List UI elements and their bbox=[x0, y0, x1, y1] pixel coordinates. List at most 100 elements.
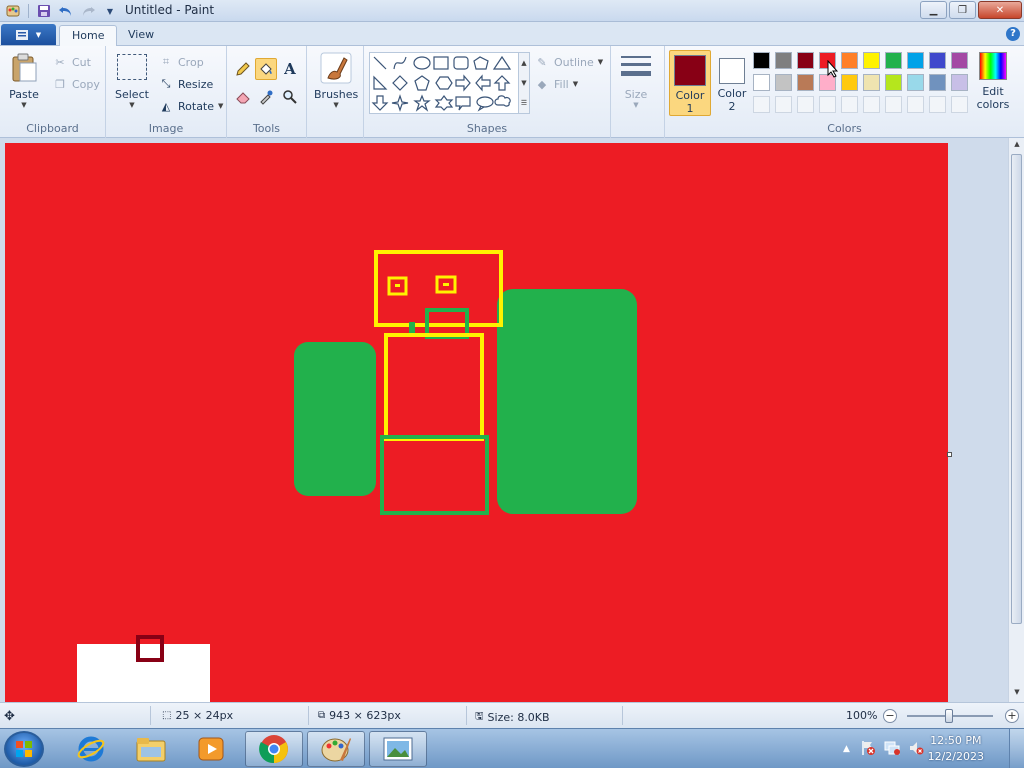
palette-swatch-empty[interactable] bbox=[951, 96, 968, 113]
palette-swatch-empty[interactable] bbox=[907, 96, 924, 113]
cut-button[interactable]: ✂ Cut bbox=[52, 54, 91, 70]
show-desktop-button[interactable] bbox=[1009, 729, 1024, 768]
color-picker-icon[interactable] bbox=[255, 86, 277, 108]
palette-swatch[interactable] bbox=[753, 52, 770, 69]
five-point-star-shape-icon[interactable] bbox=[413, 94, 431, 112]
select-button[interactable]: Select ▼ bbox=[115, 54, 149, 109]
file-explorer-icon[interactable] bbox=[122, 731, 180, 767]
zoom-slider-thumb[interactable] bbox=[945, 709, 953, 723]
pentagon-shape-icon[interactable] bbox=[414, 75, 430, 91]
palette-swatch[interactable] bbox=[841, 52, 858, 69]
magnifier-icon[interactable] bbox=[279, 86, 301, 108]
paste-button[interactable]: Paste ▼ bbox=[8, 52, 40, 109]
rectangle-shape-icon[interactable] bbox=[433, 56, 449, 70]
taskbar-clock[interactable]: 12:50 PM 12/2/2023 bbox=[928, 733, 984, 765]
palette-swatch-empty[interactable] bbox=[863, 96, 880, 113]
copy-button[interactable]: ❐ Copy bbox=[52, 76, 100, 92]
action-center-icon[interactable] bbox=[860, 740, 876, 759]
palette-swatch[interactable] bbox=[753, 74, 770, 91]
palette-swatch[interactable] bbox=[797, 52, 814, 69]
palette-swatch-empty[interactable] bbox=[775, 96, 792, 113]
six-point-star-shape-icon[interactable] bbox=[434, 95, 454, 111]
zoom-out-button[interactable]: − bbox=[883, 709, 897, 723]
scroll-down-icon[interactable]: ▼ bbox=[521, 79, 526, 87]
eraser-icon[interactable] bbox=[232, 86, 254, 108]
left-arrow-shape-icon[interactable] bbox=[475, 74, 491, 92]
outline-button[interactable]: ✎ Outline ▼ bbox=[534, 54, 603, 70]
oval-callout-shape-icon[interactable] bbox=[476, 96, 494, 112]
up-arrow-shape-icon[interactable] bbox=[493, 75, 511, 91]
media-player-icon[interactable] bbox=[182, 731, 240, 767]
drawing-canvas[interactable] bbox=[5, 143, 948, 702]
palette-swatch[interactable] bbox=[907, 52, 924, 69]
save-icon[interactable] bbox=[35, 2, 53, 20]
hexagon-shape-icon[interactable] bbox=[435, 76, 453, 90]
zoom-in-button[interactable]: + bbox=[1005, 709, 1019, 723]
start-orb-icon[interactable] bbox=[4, 731, 44, 767]
tab-view[interactable]: View bbox=[116, 25, 166, 46]
pencil-icon[interactable] bbox=[232, 58, 254, 80]
palette-swatch-empty[interactable] bbox=[841, 96, 858, 113]
shapes-scroll[interactable]: ▲ ▼ ☰ bbox=[518, 52, 530, 114]
resize-button[interactable]: ⤡ Resize bbox=[158, 76, 214, 92]
right-triangle-shape-icon[interactable] bbox=[373, 75, 388, 90]
color1-button[interactable]: Color 1 bbox=[669, 50, 711, 116]
edit-colors-button[interactable]: Edit colors bbox=[976, 52, 1010, 118]
palette-swatch-empty[interactable] bbox=[819, 96, 836, 113]
palette-swatch[interactable] bbox=[951, 74, 968, 91]
scrollbar-thumb[interactable] bbox=[1011, 154, 1022, 624]
palette-swatch[interactable] bbox=[907, 74, 924, 91]
palette-swatch[interactable] bbox=[863, 52, 880, 69]
chrome-icon[interactable] bbox=[245, 731, 303, 767]
diamond-shape-icon[interactable] bbox=[392, 75, 408, 91]
polygon-shape-icon[interactable] bbox=[473, 56, 489, 70]
paint-icon[interactable] bbox=[307, 731, 365, 767]
palette-swatch[interactable] bbox=[775, 52, 792, 69]
volume-muted-icon[interactable] bbox=[908, 740, 924, 759]
undo-icon[interactable] bbox=[57, 2, 75, 20]
fill-button[interactable]: ◆ Fill ▼ bbox=[534, 76, 578, 92]
right-arrow-shape-icon[interactable] bbox=[455, 74, 471, 92]
scroll-down-icon[interactable]: ▼ bbox=[1011, 688, 1023, 700]
scroll-up-icon[interactable]: ▲ bbox=[1011, 140, 1023, 152]
triangle-shape-icon[interactable] bbox=[492, 55, 512, 70]
palette-swatch[interactable] bbox=[775, 74, 792, 91]
palette-swatch[interactable] bbox=[797, 74, 814, 91]
photo-viewer-icon[interactable] bbox=[369, 731, 427, 767]
rotate-button[interactable]: ◭ Rotate ▼ bbox=[158, 98, 224, 114]
palette-swatch-empty[interactable] bbox=[797, 96, 814, 113]
palette-swatch[interactable] bbox=[863, 74, 880, 91]
down-arrow-shape-icon[interactable] bbox=[371, 95, 389, 111]
expand-gallery-icon[interactable]: ☰ bbox=[521, 99, 527, 107]
color2-button[interactable]: Color 2 bbox=[713, 50, 751, 116]
four-point-star-shape-icon[interactable] bbox=[391, 94, 409, 112]
palette-swatch-empty[interactable] bbox=[885, 96, 902, 113]
palette-swatch[interactable] bbox=[885, 74, 902, 91]
vertical-scrollbar[interactable]: ▲ ▼ bbox=[1008, 138, 1024, 702]
palette-swatch[interactable] bbox=[929, 74, 946, 91]
palette-swatch-empty[interactable] bbox=[929, 96, 946, 113]
rounded-callout-shape-icon[interactable] bbox=[455, 96, 471, 111]
oval-shape-icon[interactable] bbox=[413, 56, 431, 70]
size-button[interactable]: Size ▼ bbox=[620, 52, 652, 109]
tab-home[interactable]: Home bbox=[59, 25, 118, 46]
curve-shape-icon[interactable] bbox=[393, 56, 407, 70]
cloud-callout-shape-icon[interactable] bbox=[494, 95, 511, 107]
minimize-icon[interactable]: ▁ bbox=[920, 1, 947, 19]
canvas-resize-handle[interactable] bbox=[947, 452, 952, 457]
brushes-button[interactable]: Brushes ▼ bbox=[314, 52, 358, 109]
text-icon[interactable]: A bbox=[279, 58, 301, 80]
line-shape-icon[interactable] bbox=[373, 56, 387, 70]
scroll-up-icon[interactable]: ▲ bbox=[521, 59, 526, 67]
redo-icon[interactable] bbox=[79, 2, 97, 20]
palette-swatch[interactable] bbox=[841, 74, 858, 91]
close-icon[interactable]: ✕ bbox=[978, 1, 1022, 19]
rounded-rectangle-shape-icon[interactable] bbox=[453, 56, 469, 70]
palette-swatch[interactable] bbox=[929, 52, 946, 69]
palette-swatch-empty[interactable] bbox=[753, 96, 770, 113]
network-icon[interactable] bbox=[884, 740, 900, 759]
internet-explorer-icon[interactable] bbox=[62, 731, 120, 767]
palette-swatch[interactable] bbox=[951, 52, 968, 69]
paint-app-icon[interactable] bbox=[4, 2, 22, 20]
crop-button[interactable]: ⌗ Crop bbox=[158, 54, 204, 70]
